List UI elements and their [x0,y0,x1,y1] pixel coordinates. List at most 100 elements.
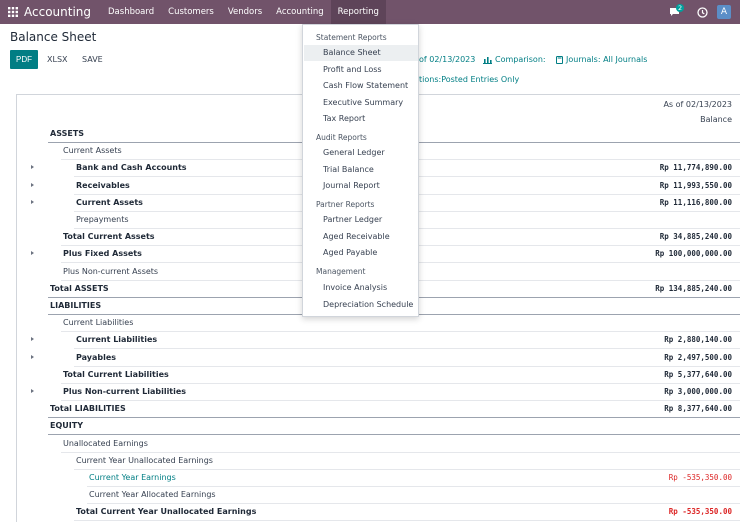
dropdown-item-profit-and-loss[interactable]: Profit and Loss [304,62,418,78]
report-row: Total LIABILITIES Rp 8,377,640.00 [22,401,740,419]
dropdown-item-balance-sheet[interactable]: Balance Sheet [304,45,418,61]
row-value[interactable]: Rp 2,497,500.00 [664,353,732,362]
reporting-dropdown-menu: Statement Reports Balance Sheet Profit and… [302,24,419,317]
row-label: Total Current Assets [63,232,155,242]
row-divider [74,520,740,522]
row-label: Total ASSETS [50,283,109,293]
row-label: Prepayments [76,215,129,224]
app-brand[interactable]: Accounting [24,5,91,19]
row-value[interactable]: Rp 134,885,240.00 [655,284,732,293]
report-row[interactable]: Current Liabilities Rp 2,880,140.00 [22,332,740,350]
row-label: Total Current Liabilities [63,369,169,379]
top-navbar: Accounting Dashboard Customers Vendors A… [0,0,740,24]
menu-vendors[interactable]: Vendors [221,0,269,24]
dropdown-item-journal-report[interactable]: Journal Report [304,178,418,194]
menu-customers[interactable]: Customers [161,0,221,24]
report-row: Total Current Year Unallocated Earnings R… [22,504,740,522]
row-value[interactable]: Rp 11,993,550.00 [660,181,732,190]
row-label: Current Liabilities [63,318,134,328]
expand-caret-icon[interactable] [31,199,34,204]
row-label: Current Year Unallocated Earnings [76,455,213,465]
expand-caret-icon[interactable] [31,337,34,342]
report-row: Current Year Unallocated Earnings [22,453,740,470]
dropdown-section-header: Statement Reports [316,33,387,42]
dropdown-item-cash-flow-statement[interactable]: Cash Flow Statement [304,78,418,94]
row-label: Current Assets [63,146,122,156]
row-label: ASSETS [50,129,85,138]
filter-date-label: of 02/13/2023 [419,55,476,64]
row-label: Current Year Allocated Earnings [89,490,216,500]
report-row: Unallocated Earnings [22,436,740,453]
report-row[interactable]: Plus Non-current Liabilities Rp 3,000,000… [22,384,740,401]
dropdown-section-header: Audit Reports [316,133,367,142]
row-value[interactable]: Rp 11,116,800.00 [660,198,732,207]
column-balance-header: Balance [700,115,732,124]
row-label: Total Current Year Unallocated Earnings [76,507,257,517]
row-value[interactable]: Rp 3,000,000.00 [664,387,732,396]
row-label: Current Assets [76,197,143,207]
filter-comparison[interactable]: Comparison: [483,55,546,64]
expand-caret-icon[interactable] [31,389,34,393]
filter-date[interactable]: of 02/13/2023 [419,55,475,64]
row-label: LIABILITIES [50,301,102,310]
row-label: Unallocated Earnings [63,438,148,448]
row-value[interactable]: Rp 2,880,140.00 [664,335,732,344]
navbar-systray: 2 A [665,0,740,24]
row-label: Plus Non-current Liabilities [63,387,187,396]
report-row[interactable]: Payables Rp 2,497,500.00 [22,350,740,367]
apps-grid-icon[interactable] [4,0,22,24]
row-value[interactable]: Rp -535,350.00 [669,473,732,482]
report-row: EQUITY [22,418,740,436]
row-value[interactable]: Rp 11,774,890.00 [660,163,732,172]
expand-caret-icon[interactable] [31,251,34,256]
dropdown-section-header: Management [316,267,366,276]
report-row: Current Year Earnings Rp -535,350.00 [22,470,740,487]
row-value[interactable]: Rp -535,350.00 [669,507,732,516]
filter-options[interactable]: tions:Posted Entries Only [419,75,519,84]
row-label: Total LIABILITIES [50,404,126,414]
chat-icon[interactable]: 2 [665,0,685,24]
dropdown-section-header: Partner Reports [316,200,375,209]
xlsx-button[interactable]: XLSX [47,50,68,69]
dropdown-item-tax-report[interactable]: Tax Report [304,111,418,127]
bar-chart-icon [483,56,492,64]
row-label: Plus Non-current Assets [63,266,159,276]
dropdown-item-general-ledger[interactable]: General Ledger [304,145,418,161]
dropdown-item-aged-payable[interactable]: Aged Payable [304,245,418,261]
dropdown-item-trial-balance[interactable]: Trial Balance [304,162,418,178]
menu-accounting[interactable]: Accounting [269,0,330,24]
expand-caret-icon[interactable] [31,182,34,187]
row-value[interactable]: Rp 5,377,640.00 [664,370,732,379]
row-value[interactable]: Rp 34,885,240.00 [660,232,732,241]
user-avatar[interactable]: A [717,5,731,19]
dropdown-item-partner-ledger[interactable]: Partner Ledger [304,212,418,228]
page-title: Balance Sheet [10,30,97,44]
row-label: Plus Fixed Assets [63,249,142,259]
row-label: Bank and Cash Accounts [76,163,187,173]
dropdown-item-aged-receivable[interactable]: Aged Receivable [304,229,418,245]
save-button[interactable]: SAVE [82,50,103,69]
row-label: Payables [76,352,117,362]
column-date-header: As of 02/13/2023 [663,100,732,109]
menu-reporting[interactable]: Reporting [330,0,386,24]
dropdown-item-depreciation-schedule[interactable]: Depreciation Schedule [304,297,418,313]
filter-options-label: tions:Posted Entries Only [419,75,520,84]
filter-journals-label: Journals: All Journals [566,55,648,64]
dropdown-item-executive-summary[interactable]: Executive Summary [304,95,418,111]
expand-caret-icon[interactable] [31,354,34,359]
row-value[interactable]: Rp 100,000,000.00 [655,249,732,258]
row-label: Current Liabilities [76,335,158,345]
report-row: Total Current Liabilities Rp 5,377,640.00 [22,367,740,384]
menu-dashboard[interactable]: Dashboard [101,0,161,24]
filter-comparison-label: Comparison: [495,55,546,64]
expand-caret-icon[interactable] [31,165,34,170]
report-row: Current Liabilities [22,315,740,333]
clock-icon[interactable] [693,0,711,24]
row-label[interactable]: Current Year Earnings [89,473,176,482]
pdf-button[interactable]: PDF [10,50,38,69]
dropdown-item-invoice-analysis[interactable]: Invoice Analysis [304,280,418,296]
row-label: EQUITY [50,421,83,431]
book-icon [556,55,563,64]
filter-journals[interactable]: Journals: All Journals [556,55,647,64]
row-value[interactable]: Rp 8,377,640.00 [664,404,732,413]
